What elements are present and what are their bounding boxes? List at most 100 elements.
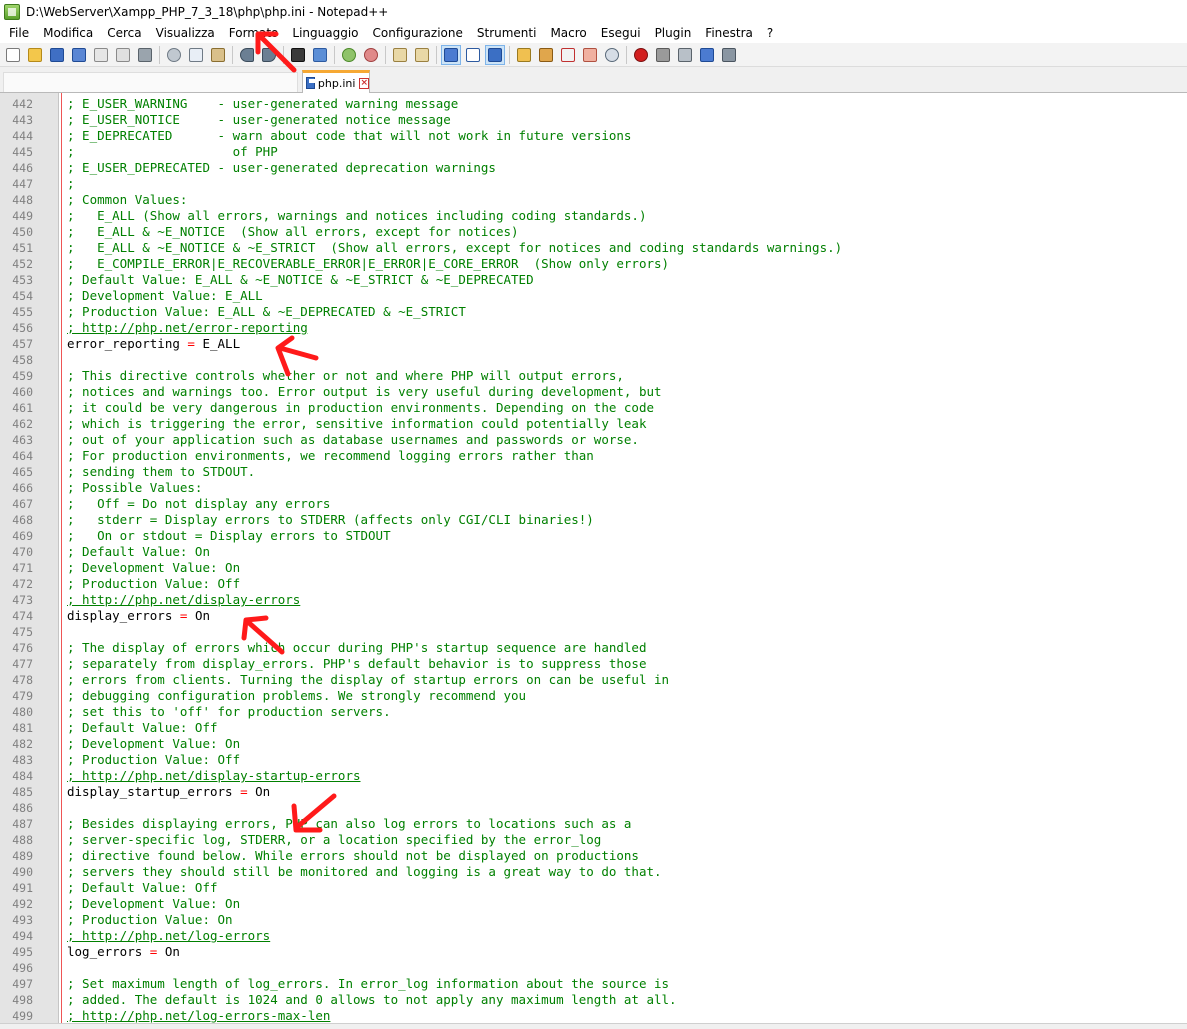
code-line[interactable]: 492 ; Development Value: On — [0, 896, 1187, 912]
code-line[interactable]: 465 ; sending them to STDOUT. — [0, 464, 1187, 480]
code-line[interactable]: 443 ; E_USER_NOTICE - user-generated noti… — [0, 112, 1187, 128]
word-wrap-icon[interactable] — [441, 44, 461, 65]
code-line[interactable]: 466 ; Possible Values: — [0, 480, 1187, 496]
code-line[interactable]: 480 ; set this to 'off' for production se… — [0, 704, 1187, 720]
copy-icon[interactable] — [186, 45, 206, 65]
indent-guide-icon[interactable] — [485, 44, 505, 65]
save-macro-icon[interactable] — [719, 45, 739, 65]
zoom-out-icon[interactable] — [361, 45, 381, 65]
code-line[interactable]: 450 ; E_ALL & ~E_NOTICE (Show all errors,… — [0, 224, 1187, 240]
play-macro-icon[interactable] — [675, 45, 695, 65]
code-line[interactable]: 474 display_errors = On — [0, 608, 1187, 624]
code-line[interactable]: 477 ; separately from display_errors. PHP… — [0, 656, 1187, 672]
menu-help[interactable]: ? — [760, 23, 780, 43]
code-line[interactable]: 479 ; debugging configuration problems. W… — [0, 688, 1187, 704]
show-all-chars-icon[interactable] — [463, 45, 483, 65]
save-all-icon[interactable] — [69, 45, 89, 65]
folder-as-workspace-icon[interactable] — [580, 45, 600, 65]
menu-macro[interactable]: Macro — [543, 23, 593, 43]
code-line[interactable]: 478 ; errors from clients. Turning the di… — [0, 672, 1187, 688]
code-line[interactable]: 485 display_startup_errors = On — [0, 784, 1187, 800]
code-line[interactable]: 495 log_errors = On — [0, 944, 1187, 960]
code-editor[interactable]: 442 ; E_USER_WARNING - user-generated war… — [0, 93, 1187, 1023]
notepadpp-app-icon[interactable] — [4, 3, 20, 20]
paste-icon[interactable] — [208, 45, 228, 65]
menu-cerca[interactable]: Cerca — [100, 23, 148, 43]
menu-plugin[interactable]: Plugin — [648, 23, 699, 43]
code-line[interactable]: 484 ; http://php.net/display-startup-erro… — [0, 768, 1187, 784]
code-line[interactable]: 498 ; added. The default is 1024 and 0 al… — [0, 992, 1187, 1008]
code-line[interactable]: 476 ; The display of errors which occur d… — [0, 640, 1187, 656]
code-line[interactable]: 449 ; E_ALL (Show all errors, warnings an… — [0, 208, 1187, 224]
monitoring-icon[interactable] — [602, 45, 622, 65]
menu-file[interactable]: File — [2, 23, 36, 43]
tab-close-icon[interactable]: × — [359, 77, 369, 89]
code-line[interactable]: 472 ; Production Value: Off — [0, 576, 1187, 592]
code-line[interactable]: 475 — [0, 624, 1187, 640]
code-line[interactable]: 447; — [0, 176, 1187, 192]
code-line[interactable]: 453 ; Default Value: E_ALL & ~E_NOTICE & … — [0, 272, 1187, 288]
close-all-icon[interactable] — [113, 45, 133, 65]
code-line[interactable]: 493 ; Production Value: On — [0, 912, 1187, 928]
menu-modifica[interactable]: Modifica — [36, 23, 100, 43]
run-macro-multiple-icon[interactable] — [697, 45, 717, 65]
code-line[interactable]: 482 ; Development Value: On — [0, 736, 1187, 752]
code-line[interactable]: 483 ; Production Value: Off — [0, 752, 1187, 768]
menu-configurazione[interactable]: Configurazione — [366, 23, 470, 43]
code-line[interactable]: 467 ; Off = Do not display any errors — [0, 496, 1187, 512]
record-macro-icon[interactable] — [631, 45, 651, 65]
code-line[interactable]: 468 ; stderr = Display errors to STDERR (… — [0, 512, 1187, 528]
code-line[interactable]: 473 ; http://php.net/display-errors — [0, 592, 1187, 608]
code-line[interactable]: 471 ; Development Value: On — [0, 560, 1187, 576]
code-line[interactable]: 486 — [0, 800, 1187, 816]
code-line[interactable]: 499 ; http://php.net/log-errors-max-len — [0, 1008, 1187, 1024]
code-line[interactable]: 442 ; E_USER_WARNING - user-generated war… — [0, 96, 1187, 112]
menu-strumenti[interactable]: Strumenti — [470, 23, 544, 43]
code-line[interactable]: 448 ; Common Values: — [0, 192, 1187, 208]
sync-vertical-icon[interactable] — [390, 45, 410, 65]
code-line[interactable]: 455 ; Production Value: E_ALL & ~E_DEPREC… — [0, 304, 1187, 320]
code-line[interactable]: 444 ; E_DEPRECATED - warn about code that… — [0, 128, 1187, 144]
menu-visualizza[interactable]: Visualizza — [149, 23, 222, 43]
code-line[interactable]: 461 ; it could be very dangerous in produ… — [0, 400, 1187, 416]
save-icon[interactable] — [47, 45, 67, 65]
code-line[interactable]: 446 ; E_USER_DEPRECATED - user-generated … — [0, 160, 1187, 176]
open-file-icon[interactable] — [25, 45, 45, 65]
zoom-in-icon[interactable] — [339, 45, 359, 65]
code-line[interactable]: 488; server-specific log, STDERR, or a l… — [0, 832, 1187, 848]
code-line[interactable]: 464 ; For production environments, we rec… — [0, 448, 1187, 464]
code-line[interactable]: 497 ; Set maximum length of log_errors. I… — [0, 976, 1187, 992]
code-line[interactable]: 452 ; E_COMPILE_ERROR|E_RECOVERABLE_ERROR… — [0, 256, 1187, 272]
code-line[interactable]: 487 ; Besides displaying errors, PHP can … — [0, 816, 1187, 832]
code-line[interactable]: 445 ; of PHP — [0, 144, 1187, 160]
code-line[interactable]: 462 ; which is triggering the error, sens… — [0, 416, 1187, 432]
function-list-icon[interactable] — [558, 45, 578, 65]
code-line[interactable]: 456; http://php.net/error-reporting — [0, 320, 1187, 336]
code-line[interactable]: 491 ; Default Value: Off — [0, 880, 1187, 896]
code-line[interactable]: 481 ; Default Value: Off — [0, 720, 1187, 736]
stop-record-icon[interactable] — [653, 45, 673, 65]
document-map-icon[interactable] — [536, 45, 556, 65]
close-icon[interactable] — [91, 45, 111, 65]
code-line[interactable]: 489 ; directive found below. While errors… — [0, 848, 1187, 864]
menu-esegui[interactable]: Esegui — [594, 23, 648, 43]
sync-horizontal-icon[interactable] — [412, 45, 432, 65]
menu-finestra[interactable]: Finestra — [698, 23, 760, 43]
new-file-icon[interactable] — [3, 45, 23, 65]
print-icon[interactable] — [135, 45, 155, 65]
code-line[interactable]: 494 ; http://php.net/log-errors — [0, 928, 1187, 944]
code-line[interactable]: 496 — [0, 960, 1187, 976]
code-line[interactable]: 454 ; Development Value: E_ALL — [0, 288, 1187, 304]
code-line[interactable]: 460 ; notices and warnings too. Error out… — [0, 384, 1187, 400]
code-line[interactable]: 470 ; Default Value: On — [0, 544, 1187, 560]
code-line[interactable]: 469 ; On or stdout = Display errors to ST… — [0, 528, 1187, 544]
tab-php-ini[interactable]: php.ini × — [302, 70, 370, 93]
cut-icon[interactable] — [164, 45, 184, 65]
code-line[interactable]: 451 ; E_ALL & ~E_NOTICE & ~E_STRICT (Show… — [0, 240, 1187, 256]
replace-icon[interactable] — [310, 45, 330, 65]
code-line[interactable]: 463 ; out of your application such as dat… — [0, 432, 1187, 448]
code-line[interactable]: 458 — [0, 352, 1187, 368]
user-language-icon[interactable] — [514, 45, 534, 65]
code-line[interactable]: 459 ; This directive controls whether or … — [0, 368, 1187, 384]
code-line[interactable]: 490 ; servers they should still be monito… — [0, 864, 1187, 880]
